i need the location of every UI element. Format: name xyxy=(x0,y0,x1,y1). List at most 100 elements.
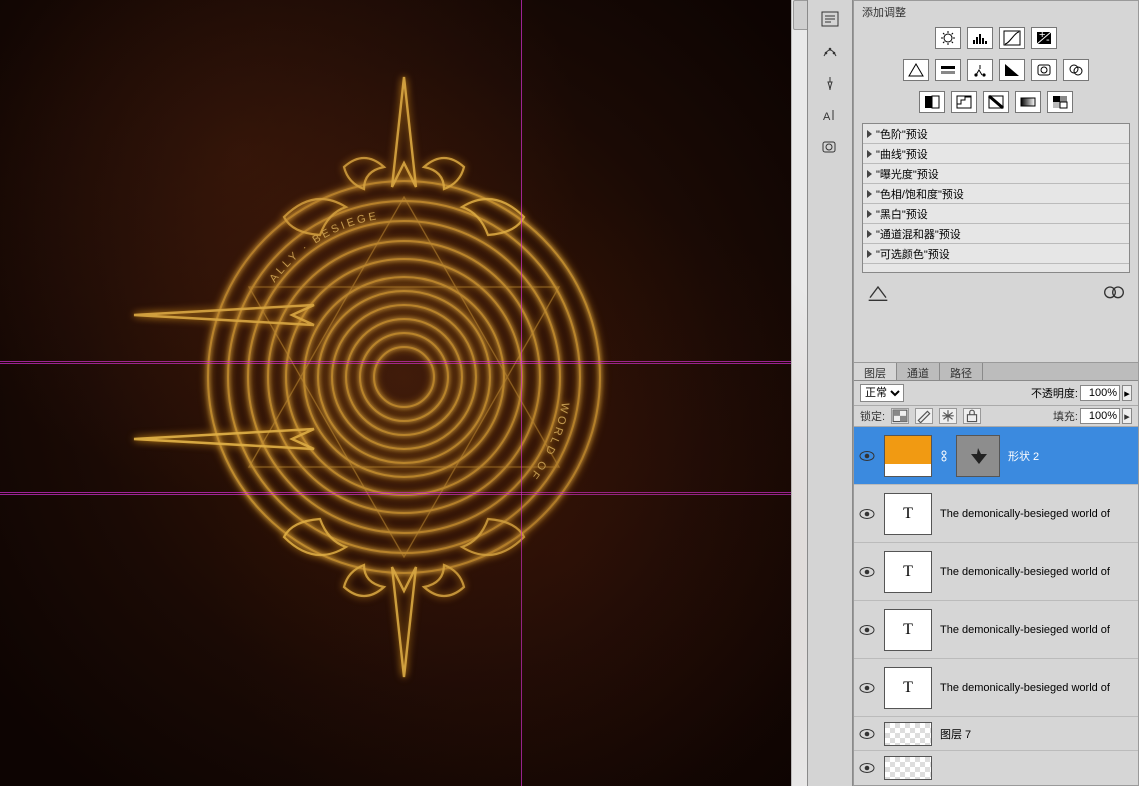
layer-thumbnail[interactable]: T xyxy=(884,609,932,651)
adj-exposure[interactable]: +- xyxy=(1031,27,1057,49)
layer-thumbnail[interactable] xyxy=(884,435,932,477)
svg-text:+: + xyxy=(1039,30,1045,41)
3d-panel-icon[interactable] xyxy=(819,138,841,156)
preset-row[interactable]: "色相/饱和度"预设 xyxy=(863,184,1129,204)
layer-lock-row: 锁定: 填充: ▸ xyxy=(854,406,1138,427)
lock-all-icon[interactable] xyxy=(963,408,981,424)
tab-layers[interactable]: 图层 xyxy=(854,363,897,380)
expand-icon[interactable] xyxy=(866,283,890,301)
collapsed-panel-strip: A xyxy=(807,0,853,786)
lock-pixels-icon[interactable] xyxy=(915,408,933,424)
panels-column: 添加调整 +- xyxy=(853,0,1139,786)
visibility-toggle[interactable] xyxy=(858,725,876,743)
adj-vibrance[interactable] xyxy=(903,59,929,81)
visibility-toggle[interactable] xyxy=(858,679,876,697)
layer-thumbnail[interactable]: T xyxy=(884,551,932,593)
history-panel-icon[interactable] xyxy=(819,10,841,28)
lock-transparency-icon[interactable] xyxy=(891,408,909,424)
layer-name[interactable]: The demonically-besieged world of xyxy=(940,624,1134,636)
vector-mask-thumbnail[interactable] xyxy=(956,435,1000,477)
visibility-toggle[interactable] xyxy=(858,505,876,523)
character-panel-icon[interactable]: A xyxy=(819,106,841,124)
guide-vertical[interactable] xyxy=(521,0,522,786)
layer-row-text[interactable]: T The demonically-besieged world of xyxy=(854,485,1138,543)
artwork-ornament: ALLY · BESIEGE WORLD OF xyxy=(94,67,714,687)
tab-channels[interactable]: 通道 xyxy=(897,363,940,380)
layer-row-text[interactable]: T The demonically-besieged world of xyxy=(854,543,1138,601)
adj-invert[interactable] xyxy=(919,91,945,113)
adjustment-presets-list[interactable]: "色阶"预设 "曲线"预设 "曝光度"预设 "色相/饱和度"预设 "黑白"预设 … xyxy=(862,123,1130,273)
adj-posterize[interactable] xyxy=(951,91,977,113)
preset-row[interactable]: "黑白"预设 xyxy=(863,204,1129,224)
adj-photo-filter[interactable] xyxy=(1031,59,1057,81)
opacity-label: 不透明度: xyxy=(1031,385,1078,401)
adj-gradient-map[interactable] xyxy=(1015,91,1041,113)
adj-color-balance[interactable] xyxy=(967,59,993,81)
layer-row-text[interactable]: T The demonically-besieged world of xyxy=(854,659,1138,717)
visibility-toggle[interactable] xyxy=(858,563,876,581)
layer-row-text[interactable]: T The demonically-besieged world of xyxy=(854,601,1138,659)
clip-to-layer-icon[interactable] xyxy=(1102,283,1126,301)
adj-brightness-contrast[interactable] xyxy=(935,27,961,49)
disclosure-triangle-icon xyxy=(867,250,872,258)
opacity-flyout-icon[interactable]: ▸ xyxy=(1122,385,1132,401)
layer-row-raster[interactable]: 图层 7 xyxy=(854,717,1138,751)
layer-thumbnail[interactable]: T xyxy=(884,493,932,535)
layer-row-raster[interactable] xyxy=(854,751,1138,785)
preset-label: "黑白"预设 xyxy=(876,206,928,222)
adj-channel-mixer[interactable] xyxy=(1063,59,1089,81)
layer-name[interactable]: The demonically-besieged world of xyxy=(940,566,1134,578)
fill-input[interactable] xyxy=(1080,408,1120,424)
guide-horizontal[interactable] xyxy=(0,494,807,495)
document-canvas[interactable]: ALLY · BESIEGE WORLD OF xyxy=(0,0,807,786)
disclosure-triangle-icon xyxy=(867,210,872,218)
layer-thumbnail[interactable]: T xyxy=(884,667,932,709)
preset-label: "色相/饱和度"预设 xyxy=(876,186,964,202)
preset-label: "曝光度"预设 xyxy=(876,166,939,182)
adj-curves[interactable] xyxy=(999,27,1025,49)
visibility-toggle[interactable] xyxy=(858,759,876,777)
adjustments-footer xyxy=(854,279,1138,307)
preset-row[interactable]: "可选颜色"预设 xyxy=(863,244,1129,264)
lock-position-icon[interactable] xyxy=(939,408,957,424)
brushes-panel-icon[interactable] xyxy=(819,74,841,92)
visibility-toggle[interactable] xyxy=(858,621,876,639)
svg-text:-: - xyxy=(1046,34,1050,46)
canvas-scrollbar-vertical[interactable] xyxy=(791,0,807,786)
adj-threshold[interactable] xyxy=(983,91,1009,113)
preset-row[interactable]: "通道混和器"预设 xyxy=(863,224,1129,244)
preset-row[interactable]: "曝光度"预设 xyxy=(863,164,1129,184)
layer-name[interactable]: The demonically-besieged world of xyxy=(940,508,1134,520)
layers-list[interactable]: 形状 2 T The demonically-besieged world of… xyxy=(854,427,1138,785)
actions-panel-icon[interactable] xyxy=(819,42,841,60)
layer-thumbnail[interactable] xyxy=(884,722,932,746)
preset-row[interactable]: "曲线"预设 xyxy=(863,144,1129,164)
adjustments-panel: 添加调整 +- xyxy=(853,0,1139,362)
guide-horizontal[interactable] xyxy=(0,363,807,364)
layers-panel-tabs: 图层 通道 路径 xyxy=(854,363,1138,381)
adjustments-row-1: +- xyxy=(854,21,1138,53)
layer-name[interactable]: 形状 2 xyxy=(1008,448,1134,464)
scrollbar-thumb[interactable] xyxy=(793,0,807,30)
blend-mode-select[interactable]: 正常 xyxy=(860,384,904,402)
visibility-toggle[interactable] xyxy=(858,447,876,465)
layer-options-row: 正常 不透明度: ▸ xyxy=(854,381,1138,406)
layer-row-shape[interactable]: 形状 2 xyxy=(854,427,1138,485)
adj-levels[interactable] xyxy=(967,27,993,49)
opacity-input[interactable] xyxy=(1080,385,1120,401)
app-root: ALLY · BESIEGE WORLD OF xyxy=(0,0,1139,786)
fill-label: 填充: xyxy=(1053,408,1078,424)
layer-thumbnail[interactable] xyxy=(884,756,932,780)
tab-paths[interactable]: 路径 xyxy=(940,363,983,380)
svg-text:A: A xyxy=(823,111,831,123)
fill-flyout-icon[interactable]: ▸ xyxy=(1122,408,1132,424)
layer-name[interactable]: The demonically-besieged world of xyxy=(940,682,1134,694)
guide-horizontal[interactable] xyxy=(0,492,807,493)
lock-label: 锁定: xyxy=(860,408,885,424)
adj-hue-saturation[interactable] xyxy=(935,59,961,81)
guide-horizontal[interactable] xyxy=(0,361,807,362)
adj-black-white[interactable] xyxy=(999,59,1025,81)
layer-name[interactable]: 图层 7 xyxy=(940,726,1134,742)
adj-selective-color[interactable] xyxy=(1047,91,1073,113)
preset-row[interactable]: "色阶"预设 xyxy=(863,124,1129,144)
